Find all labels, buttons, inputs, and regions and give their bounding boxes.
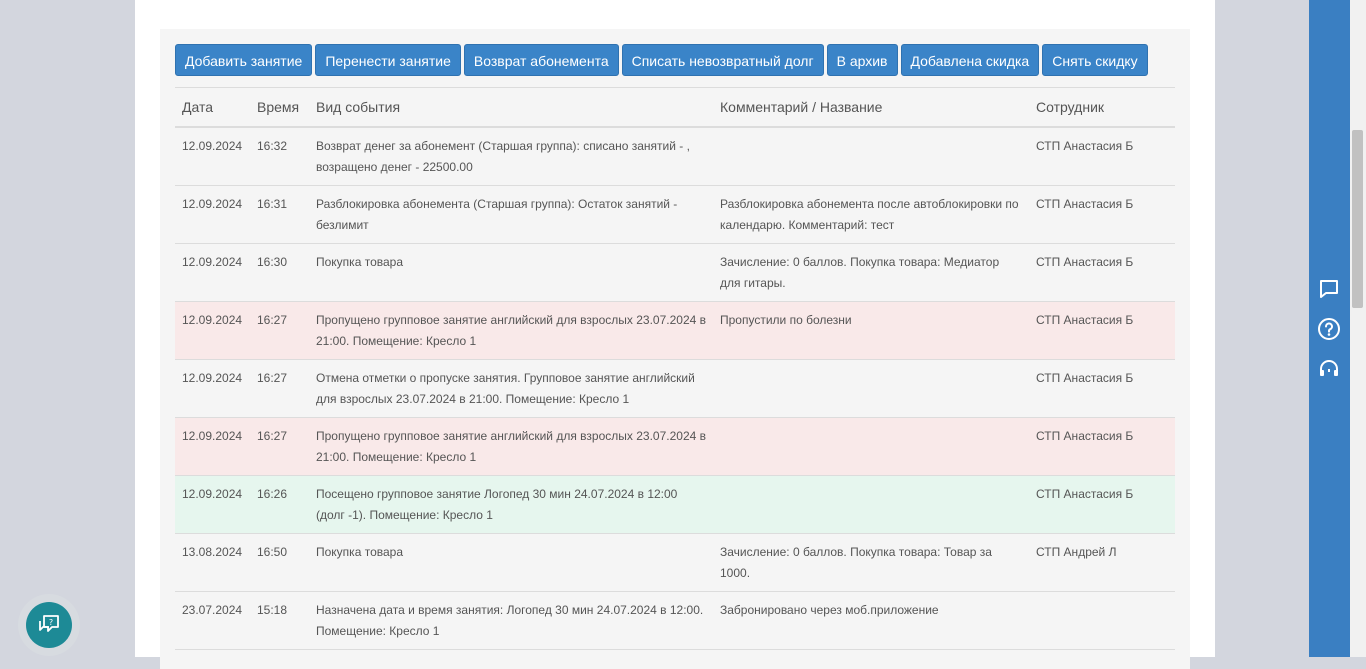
cell-time: 16:50 bbox=[250, 533, 309, 592]
cell-comment: Зачисление: 0 баллов. Покупка товара: То… bbox=[713, 533, 1029, 592]
cell-comment: Разблокировка абонемента после автоблоки… bbox=[713, 185, 1029, 244]
cell-time: 16:32 bbox=[250, 127, 309, 186]
cell-comment bbox=[713, 127, 1029, 186]
cell-event: Возврат денег за абонемент (Старшая груп… bbox=[309, 127, 713, 186]
cell-date: 12.09.2024 bbox=[175, 243, 250, 302]
archive-button[interactable]: В архив bbox=[826, 44, 898, 76]
cell-event: Назначена дата и время занятия: Логопед … bbox=[309, 591, 713, 650]
support-chat-launcher[interactable]: ? bbox=[18, 594, 80, 656]
cell-comment bbox=[713, 417, 1029, 476]
table-header-row: Дата Время Вид события Комментарий / Наз… bbox=[175, 87, 1175, 128]
help-icon[interactable] bbox=[1317, 317, 1341, 341]
cell-employee bbox=[1029, 591, 1175, 650]
cell-employee: СТП Анастасия Б bbox=[1029, 475, 1175, 534]
cell-time: 16:30 bbox=[250, 243, 309, 302]
scrollbar-thumb[interactable] bbox=[1352, 130, 1363, 308]
cell-event: Разблокировка абонемента (Старшая группа… bbox=[309, 185, 713, 244]
cell-time: 15:18 bbox=[250, 591, 309, 650]
header-employee: Сотрудник bbox=[1029, 87, 1175, 128]
cell-comment bbox=[713, 359, 1029, 418]
cell-event: Покупка товара bbox=[309, 533, 713, 592]
cell-date: 12.09.2024 bbox=[175, 185, 250, 244]
subscription-refund-button[interactable]: Возврат абонемента bbox=[463, 44, 619, 76]
cell-time: 16:27 bbox=[250, 417, 309, 476]
page-scrollbar[interactable] bbox=[1350, 0, 1366, 657]
cell-employee: СТП Анастасия Б bbox=[1029, 417, 1175, 476]
cell-date: 12.09.2024 bbox=[175, 359, 250, 418]
chat-question-icon[interactable]: ? bbox=[26, 602, 72, 648]
cell-date: 12.09.2024 bbox=[175, 127, 250, 186]
table-row: 12.09.2024 16:27 Пропущено групповое занят… bbox=[175, 301, 1175, 360]
cell-event: Пропущено групповое занятие английский д… bbox=[309, 301, 713, 360]
cell-event: Пропущено групповое занятие английский д… bbox=[309, 417, 713, 476]
cell-employee: СТП Анастасия Б bbox=[1029, 243, 1175, 302]
cell-date: 12.09.2024 bbox=[175, 417, 250, 476]
cell-employee: СТП Анастасия Б bbox=[1029, 127, 1175, 186]
cell-date: 23.07.2024 bbox=[175, 591, 250, 650]
cell-date: 13.08.2024 bbox=[175, 533, 250, 592]
table-row: 12.09.2024 16:32 Возврат денег за абонемен… bbox=[175, 127, 1175, 186]
write-off-debt-button[interactable]: Списать невозвратный долг bbox=[621, 44, 824, 76]
header-event-type: Вид события bbox=[309, 87, 713, 128]
right-tool-rail bbox=[1309, 0, 1350, 657]
page-content: Добавить занятие Перенести занятие Возвр… bbox=[135, 0, 1215, 669]
reschedule-lesson-button[interactable]: Перенести занятие bbox=[315, 44, 461, 76]
cell-event: Отмена отметки о пропуске занятия. Групп… bbox=[309, 359, 713, 418]
cell-time: 16:31 bbox=[250, 185, 309, 244]
header-date: Дата bbox=[175, 87, 250, 128]
events-panel: Добавить занятие Перенести занятие Возвр… bbox=[160, 29, 1190, 669]
cell-time: 16:26 bbox=[250, 475, 309, 534]
cell-employee: СТП Анастасия Б bbox=[1029, 185, 1175, 244]
add-lesson-button[interactable]: Добавить занятие bbox=[175, 44, 313, 76]
table-row: 23.07.2024 15:18 Назначена дата и время за… bbox=[175, 591, 1175, 650]
discount-added-button[interactable]: Добавлена скидка bbox=[900, 44, 1040, 76]
svg-text:?: ? bbox=[49, 618, 53, 627]
cell-employee: СТП Анастасия Б bbox=[1029, 301, 1175, 360]
table-row: 12.09.2024 16:31 Разблокировка абонемента … bbox=[175, 185, 1175, 244]
table-row: 13.08.2024 16:50 Покупка товара Зачисление:… bbox=[175, 533, 1175, 592]
cell-comment bbox=[713, 475, 1029, 534]
header-comment: Комментарий / Название bbox=[713, 87, 1029, 128]
table-row: 12.09.2024 16:27 Пропущено групповое занят… bbox=[175, 417, 1175, 476]
table-row: 12.09.2024 16:26 Посещено групповое заняти… bbox=[175, 475, 1175, 534]
events-table: Дата Время Вид события Комментарий / Наз… bbox=[175, 87, 1175, 650]
action-toolbar: Добавить занятие Перенести занятие Возвр… bbox=[175, 44, 1151, 76]
cell-time: 16:27 bbox=[250, 359, 309, 418]
support-headset-icon[interactable] bbox=[1317, 357, 1341, 381]
cell-comment: Пропустили по болезни bbox=[713, 301, 1029, 360]
cell-event: Посещено групповое занятие Логопед 30 ми… bbox=[309, 475, 713, 534]
remove-discount-button[interactable]: Снять скидку bbox=[1042, 44, 1148, 76]
cell-employee: СТП Андрей Л bbox=[1029, 533, 1175, 592]
table-row: 12.09.2024 16:30 Покупка товара Зачисление:… bbox=[175, 243, 1175, 302]
cell-comment: Зачисление: 0 баллов. Покупка товара: Ме… bbox=[713, 243, 1029, 302]
cell-date: 12.09.2024 bbox=[175, 475, 250, 534]
cell-comment: Забронировано через моб.приложение bbox=[713, 591, 1029, 650]
header-time: Время bbox=[250, 87, 309, 128]
table-row: 12.09.2024 16:27 Отмена отметки о пропуске… bbox=[175, 359, 1175, 418]
cell-time: 16:27 bbox=[250, 301, 309, 360]
cell-date: 12.09.2024 bbox=[175, 301, 250, 360]
cell-event: Покупка товара bbox=[309, 243, 713, 302]
chat-icon[interactable] bbox=[1317, 277, 1341, 301]
cell-employee: СТП Анастасия Б bbox=[1029, 359, 1175, 418]
